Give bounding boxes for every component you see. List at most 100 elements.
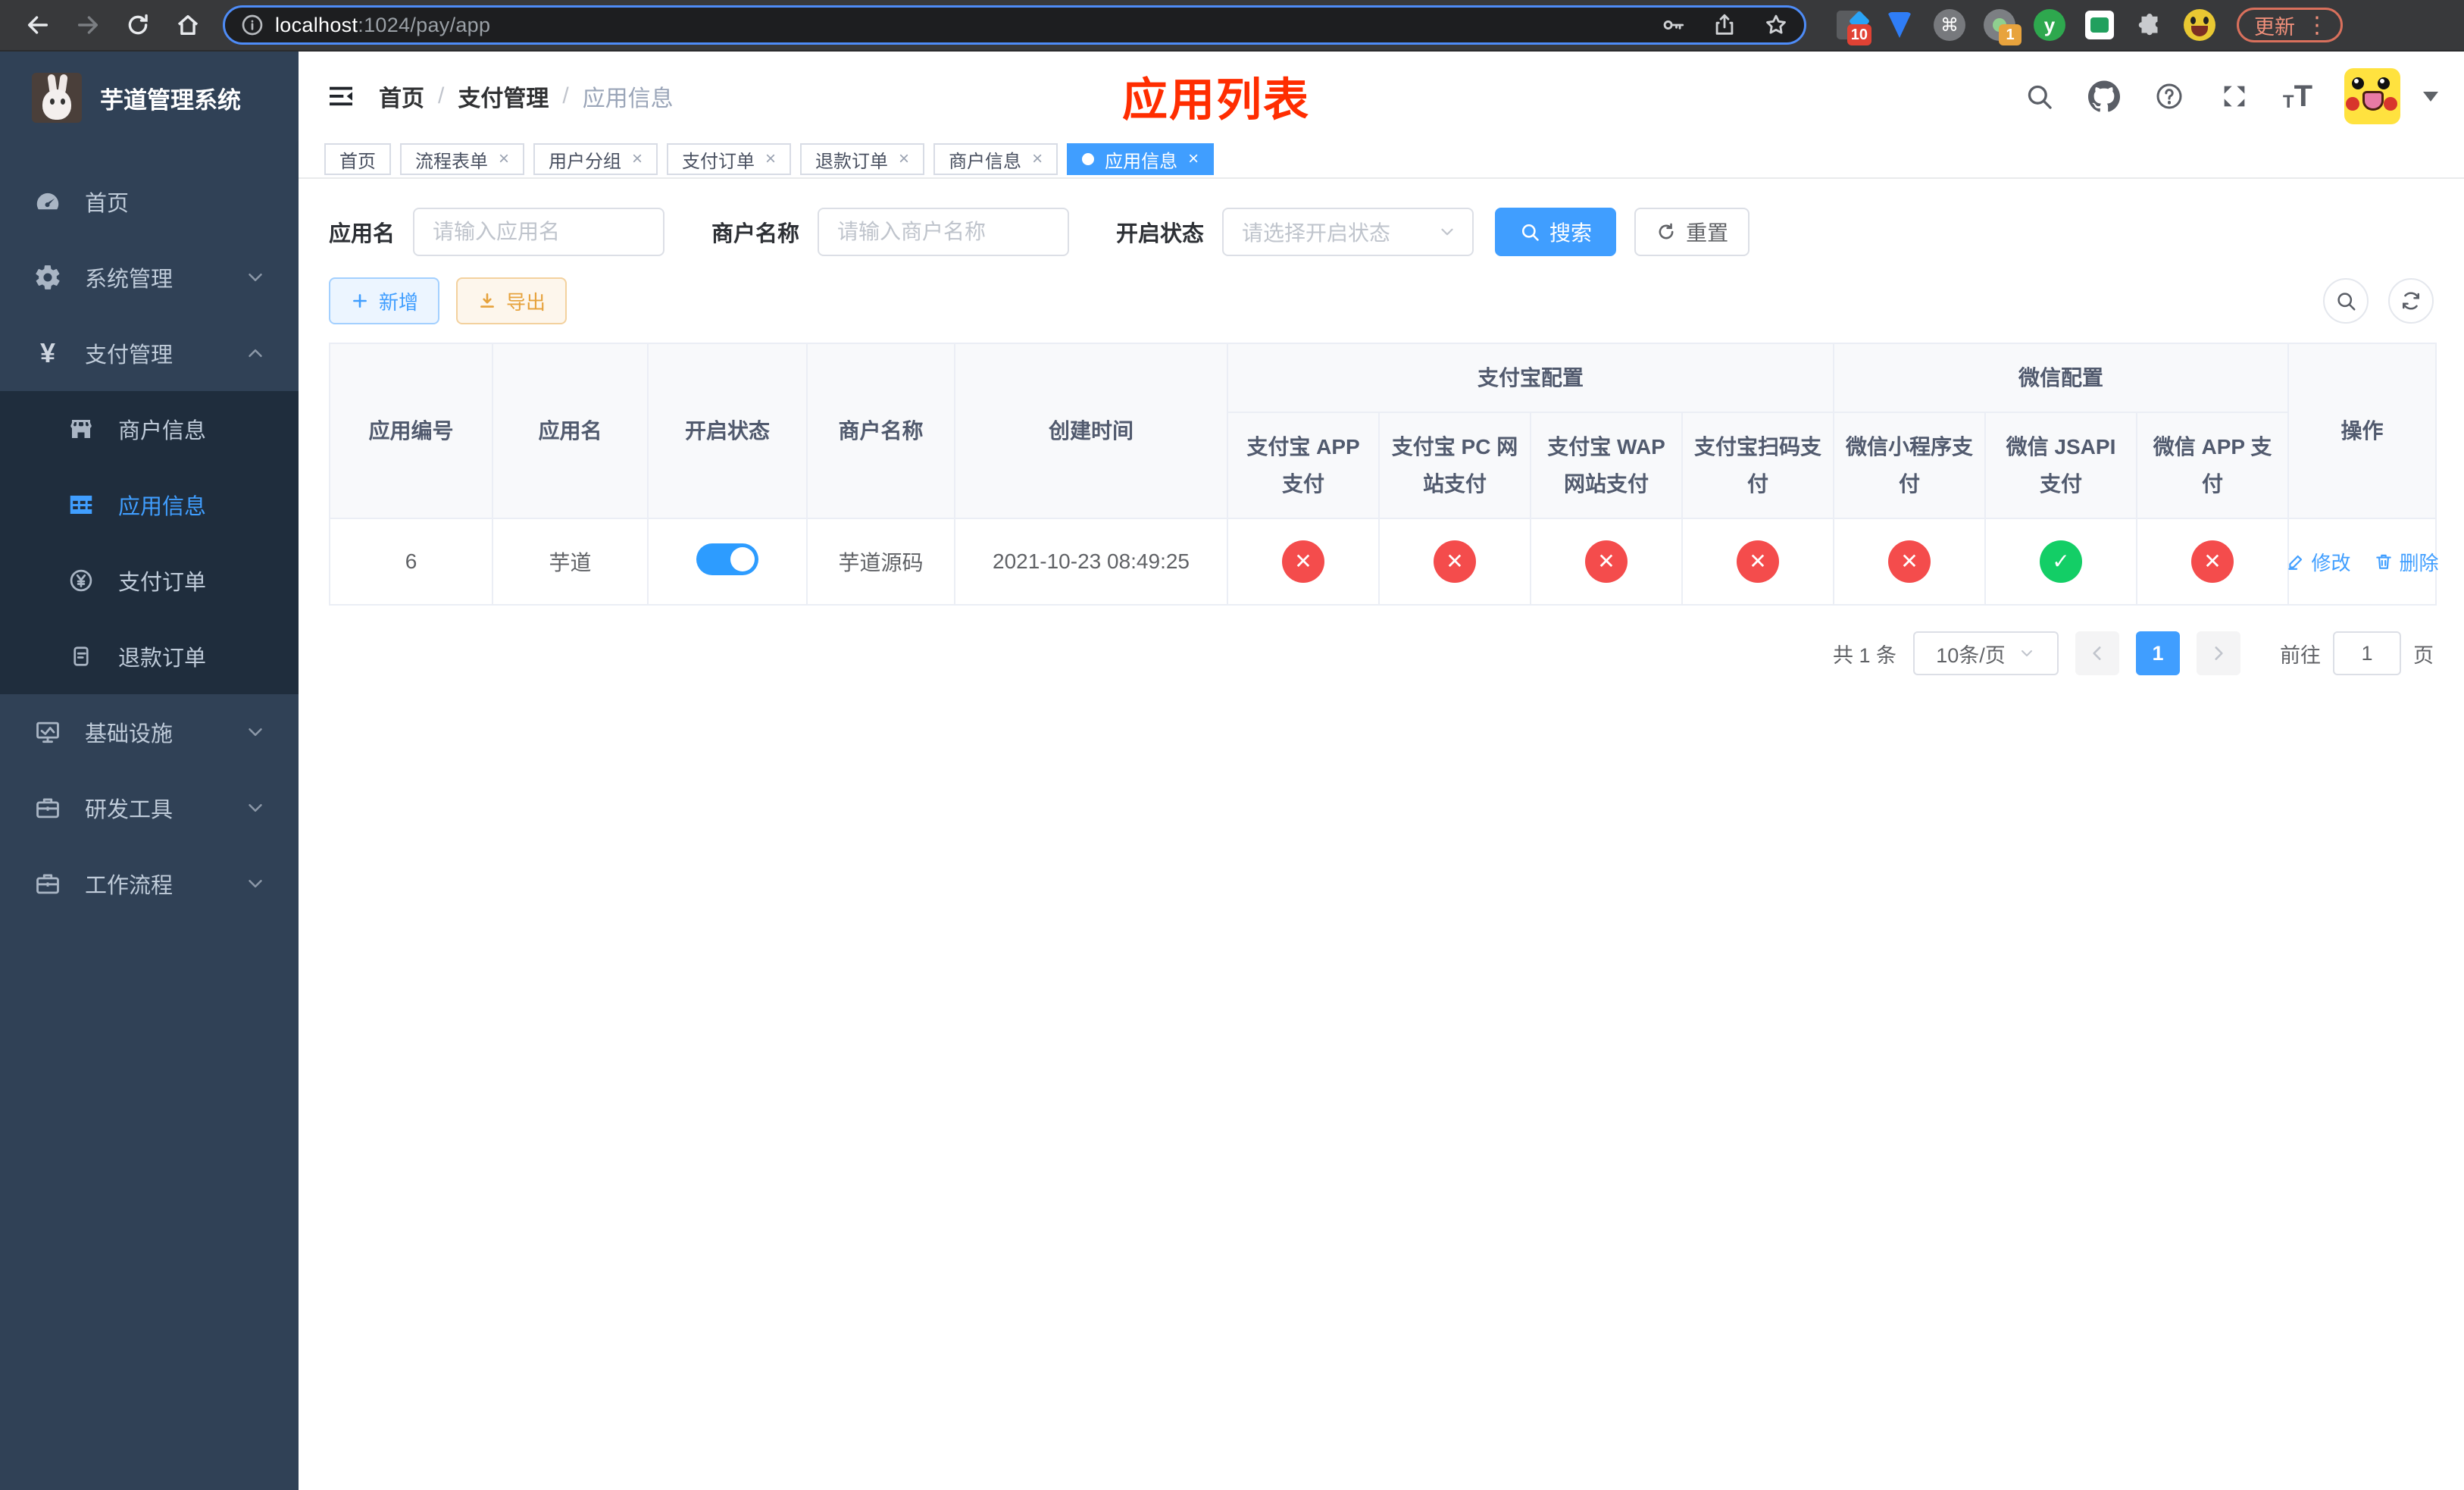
url-text: localhost:1024/pay/app <box>275 13 491 36</box>
cell-merchant: 芋道源码 <box>806 518 955 606</box>
chevron-down-icon <box>2018 644 2036 662</box>
delete-link[interactable]: 删除 <box>2374 548 2439 576</box>
close-icon[interactable]: × <box>765 150 776 168</box>
sidebar: 芋道管理系统 首页 系统管理 ¥ 支付管理 商户信息 应用信息 支付订单 退款订… <box>0 52 299 1490</box>
prev-page-button[interactable] <box>2075 631 2119 675</box>
yen-icon: ¥ <box>39 337 56 368</box>
user-menu-caret-icon[interactable] <box>2423 91 2438 102</box>
sidebar-item-payment[interactable]: ¥ 支付管理 <box>0 315 299 391</box>
next-page-button[interactable] <box>2197 631 2240 675</box>
refresh-button[interactable] <box>2388 278 2434 324</box>
close-icon[interactable]: × <box>499 150 509 168</box>
sidebar-item-label: 基础设施 <box>85 722 174 747</box>
pagination: 共 1 条 10条/页 1 前往 页 <box>329 631 2434 675</box>
tag-home[interactable]: 首页 <box>324 143 391 175</box>
chevron-down-icon <box>244 266 267 289</box>
sidebar-item-app-info[interactable]: 应用信息 <box>0 467 299 543</box>
toggle-search-button[interactable] <box>2323 278 2369 324</box>
page-content: 应用名 商户名称 开启状态 请选择开启状态 搜索 <box>299 179 2464 1490</box>
extension-pinned-icon[interactable]: 10 <box>1834 9 1871 45</box>
extension-chat-icon[interactable] <box>2084 9 2115 41</box>
sidebar-item-infrastructure[interactable]: 基础设施 <box>0 694 299 770</box>
password-key-icon[interactable] <box>1660 12 1686 38</box>
tag-user-group[interactable]: 用户分组 × <box>533 143 658 175</box>
back-icon[interactable] <box>17 4 59 46</box>
help-icon[interactable] <box>2153 80 2186 113</box>
close-icon[interactable]: × <box>632 150 643 168</box>
cell-app-id: 6 <box>329 518 493 606</box>
page-size-select[interactable]: 10条/页 <box>1913 631 2059 675</box>
status-select[interactable]: 请选择开启状态 <box>1222 208 1474 256</box>
app-title: 芋道管理系统 <box>100 86 241 114</box>
col-alipay-pc: 支付宝 PC 网站支付 <box>1378 412 1531 519</box>
address-bar[interactable]: localhost:1024/pay/app <box>223 5 1806 45</box>
tag-merchant-info[interactable]: 商户信息 × <box>933 143 1058 175</box>
edit-link[interactable]: 修改 <box>2286 548 2351 576</box>
bookmark-star-icon[interactable] <box>1763 12 1789 38</box>
close-icon[interactable]: × <box>1032 150 1043 168</box>
sidebar-item-refund-order[interactable]: 退款订单 <box>0 618 299 694</box>
tag-process-form[interactable]: 流程表单 × <box>400 143 525 175</box>
forward-icon[interactable] <box>67 4 109 46</box>
avatar[interactable] <box>2344 68 2400 124</box>
breadcrumb: 首页 / 支付管理 / 应用信息 <box>379 80 674 113</box>
sidebar-item-label: 退款订单 <box>118 646 207 671</box>
alipay-wap-status-icon: ✕ <box>1585 540 1628 583</box>
chevron-down-icon <box>244 721 267 743</box>
sidebar-item-workflow[interactable]: 工作流程 <box>0 846 299 922</box>
store-icon <box>65 415 97 443</box>
github-icon[interactable] <box>2087 80 2121 113</box>
tag-pay-order[interactable]: 支付订单 × <box>667 143 792 175</box>
cell-status <box>647 518 808 606</box>
sidebar-item-system[interactable]: 系统管理 <box>0 239 299 315</box>
home-icon[interactable] <box>167 4 209 46</box>
extension-y-icon[interactable]: y <box>2034 9 2065 41</box>
col-status: 开启状态 <box>647 343 808 519</box>
page-number-button[interactable]: 1 <box>2136 631 2180 675</box>
sidebar-item-pay-order[interactable]: 支付订单 <box>0 543 299 618</box>
status-toggle[interactable] <box>696 543 758 575</box>
chevron-down-icon <box>244 872 267 895</box>
sidebar-item-label: 首页 <box>85 192 130 216</box>
extension-emoji-icon[interactable] <box>2184 9 2215 41</box>
sidebar-item-label: 研发工具 <box>85 798 174 822</box>
extension-command-icon[interactable]: ⌘ <box>1934 9 1965 41</box>
browser-update-button[interactable]: 更新 ⋮ <box>2237 8 2343 42</box>
extension-recorder-icon[interactable]: 1 <box>1984 9 2022 45</box>
browser-menu-icon[interactable]: ⋮ <box>2306 12 2328 39</box>
search-button[interactable]: 搜索 <box>1495 208 1617 256</box>
tag-app-info[interactable]: 应用信息 × <box>1067 143 1215 175</box>
close-icon[interactable]: × <box>1188 150 1199 168</box>
search-icon[interactable] <box>2022 80 2056 113</box>
tag-refund-order[interactable]: 退款订单 × <box>800 143 925 175</box>
add-button[interactable]: 新增 <box>329 277 440 324</box>
extensions-puzzle-icon[interactable] <box>2134 9 2165 41</box>
tags-view-bar: 首页 流程表单 × 用户分组 × 支付订单 × 退款订单 × 商户信息 × 应用信息 × <box>299 141 2464 179</box>
breadcrumb-home[interactable]: 首页 <box>379 80 424 113</box>
export-button[interactable]: 导出 <box>456 277 568 324</box>
sidebar-item-label: 系统管理 <box>85 268 174 292</box>
reload-icon[interactable] <box>117 4 159 46</box>
sidebar-item-home[interactable]: 首页 <box>0 164 299 239</box>
extension-balloon-icon[interactable] <box>1884 9 1915 41</box>
breadcrumb-payment[interactable]: 支付管理 <box>458 80 549 113</box>
font-size-icon[interactable]: TT <box>2283 81 2312 111</box>
col-wechat-app: 微信 APP 支付 <box>2136 412 2290 519</box>
close-icon[interactable]: × <box>899 150 909 168</box>
extension-badge: 1 <box>1999 24 2022 45</box>
app-name-input[interactable] <box>413 208 665 256</box>
gear-icon <box>32 263 64 292</box>
app-logo[interactable]: 芋道管理系统 <box>0 52 299 144</box>
share-icon[interactable] <box>1712 12 1737 38</box>
alipay-app-status-icon: ✕ <box>1282 540 1324 583</box>
goto-page-input[interactable] <box>2333 631 2401 675</box>
merchant-name-input[interactable] <box>818 208 1070 256</box>
sidebar-fold-icon[interactable] <box>324 80 358 113</box>
total-count: 共 1 条 <box>1832 643 1896 667</box>
sidebar-item-dev-tools[interactable]: 研发工具 <box>0 770 299 846</box>
fullscreen-icon[interactable] <box>2218 80 2251 113</box>
sidebar-item-merchant-info[interactable]: 商户信息 <box>0 391 299 467</box>
reset-button[interactable]: 重置 <box>1634 208 1750 256</box>
extensions-row: 10 ⌘ 1 y <box>1834 9 2215 45</box>
site-info-icon[interactable] <box>240 13 264 37</box>
